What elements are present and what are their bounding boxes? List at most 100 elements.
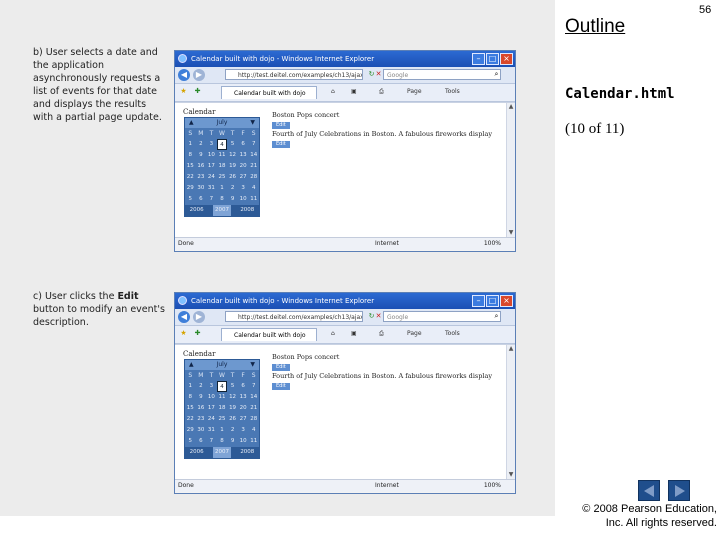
calendar-day[interactable]: 22 bbox=[185, 172, 196, 183]
calendar-day[interactable]: 23 bbox=[196, 414, 207, 425]
outline-link[interactable]: Outline bbox=[565, 16, 625, 38]
stop-icon[interactable]: ✕ bbox=[374, 312, 383, 321]
search-input[interactable]: Google bbox=[383, 69, 501, 80]
calendar-day[interactable]: 3 bbox=[206, 139, 217, 150]
scroll-down-icon[interactable]: ▼ bbox=[507, 229, 515, 237]
calendar-day[interactable]: 22 bbox=[185, 414, 196, 425]
forward-icon[interactable]: ▶ bbox=[193, 69, 205, 81]
calendar-day[interactable]: 9 bbox=[227, 194, 238, 205]
calendar-day[interactable]: 12 bbox=[227, 150, 238, 161]
calendar-day[interactable]: 7 bbox=[206, 436, 217, 447]
forward-icon[interactable]: ▶ bbox=[193, 311, 205, 323]
calendar-day[interactable]: 31 bbox=[206, 183, 217, 194]
calendar-year[interactable]: 2007 bbox=[212, 447, 231, 458]
calendar-year[interactable]: 2008 bbox=[240, 447, 254, 458]
calendar-day[interactable]: 16 bbox=[196, 161, 207, 172]
prev-month-icon[interactable]: ▲ bbox=[189, 118, 194, 128]
calendar-day[interactable]: 7 bbox=[248, 381, 259, 392]
calendar-day[interactable]: 8 bbox=[185, 392, 196, 403]
calendar-day[interactable]: 4 bbox=[248, 183, 259, 194]
vertical-scrollbar[interactable]: ▲ ▼ bbox=[506, 345, 515, 479]
prev-month-icon[interactable]: ▲ bbox=[189, 360, 194, 370]
calendar-day[interactable]: 10 bbox=[238, 194, 249, 205]
calendar-day[interactable]: 6 bbox=[196, 436, 207, 447]
calendar-day[interactable]: 3 bbox=[238, 183, 249, 194]
add-favorite-icon[interactable]: ✚ bbox=[193, 329, 202, 338]
calendar-day[interactable]: 28 bbox=[248, 172, 259, 183]
calendar-day[interactable]: 15 bbox=[185, 403, 196, 414]
previous-slide-button[interactable] bbox=[638, 480, 660, 501]
calendar-day[interactable]: 18 bbox=[217, 403, 228, 414]
calendar-day[interactable]: 4 bbox=[248, 425, 259, 436]
print-icon[interactable]: ⎙ bbox=[379, 330, 384, 338]
scroll-down-icon[interactable]: ▼ bbox=[507, 471, 515, 479]
toolbar-page[interactable]: Page bbox=[407, 88, 422, 95]
calendar-day[interactable]: 26 bbox=[227, 414, 238, 425]
calendar-day[interactable]: 25 bbox=[217, 172, 228, 183]
calendar-day[interactable]: 20 bbox=[238, 403, 249, 414]
calendar-day[interactable]: 11 bbox=[248, 436, 259, 447]
edit-event-button[interactable]: Edit bbox=[272, 141, 290, 148]
calendar-day[interactable]: 13 bbox=[238, 150, 249, 161]
calendar-day[interactable]: 26 bbox=[227, 172, 238, 183]
calendar-day[interactable]: 4 bbox=[216, 139, 228, 150]
zoom-level[interactable]: 100% bbox=[484, 238, 501, 250]
calendar-day[interactable]: 1 bbox=[185, 381, 196, 392]
calendar-day[interactable]: 2 bbox=[196, 381, 207, 392]
maximize-button[interactable]: □ bbox=[486, 53, 499, 65]
scroll-up-icon[interactable]: ▲ bbox=[507, 345, 515, 353]
edit-event-button[interactable]: Edit bbox=[272, 122, 290, 129]
calendar-day[interactable]: 8 bbox=[185, 150, 196, 161]
home-icon[interactable]: ⌂ bbox=[331, 330, 335, 337]
close-button[interactable]: × bbox=[500, 53, 513, 65]
calendar-day[interactable]: 2 bbox=[227, 183, 238, 194]
add-favorite-icon[interactable]: ✚ bbox=[193, 87, 202, 96]
calendar-day[interactable]: 19 bbox=[227, 403, 238, 414]
calendar-day[interactable]: 25 bbox=[217, 414, 228, 425]
calendar-day[interactable]: 28 bbox=[248, 414, 259, 425]
minimize-button[interactable]: – bbox=[472, 53, 485, 65]
search-input[interactable]: Google bbox=[383, 311, 501, 322]
calendar-day[interactable]: 1 bbox=[217, 425, 228, 436]
stop-icon[interactable]: ✕ bbox=[374, 70, 383, 79]
vertical-scrollbar[interactable]: ▲ ▼ bbox=[506, 103, 515, 237]
calendar-day[interactable]: 5 bbox=[227, 139, 238, 150]
calendar-day[interactable]: 12 bbox=[227, 392, 238, 403]
calendar-day[interactable]: 1 bbox=[217, 183, 228, 194]
calendar-day[interactable]: 10 bbox=[238, 436, 249, 447]
close-button[interactable]: × bbox=[500, 295, 513, 307]
calendar-day[interactable]: 10 bbox=[206, 392, 217, 403]
calendar-day[interactable]: 31 bbox=[206, 425, 217, 436]
calendar-day[interactable]: 3 bbox=[238, 425, 249, 436]
address-field[interactable]: http://test.deitel.com/examples/ch13/aja… bbox=[225, 69, 363, 80]
calendar-day[interactable]: 6 bbox=[238, 139, 249, 150]
calendar-day[interactable]: 24 bbox=[206, 414, 217, 425]
calendar-day[interactable]: 9 bbox=[196, 150, 207, 161]
calendar-year[interactable]: 2007 bbox=[212, 205, 231, 216]
edit-event-button[interactable]: Edit bbox=[272, 364, 290, 371]
calendar-year[interactable]: 2006 bbox=[190, 205, 204, 216]
calendar-day[interactable]: 23 bbox=[196, 172, 207, 183]
calendar-day[interactable]: 18 bbox=[217, 161, 228, 172]
calendar-day[interactable]: 1 bbox=[185, 139, 196, 150]
calendar-day[interactable]: 30 bbox=[196, 183, 207, 194]
toolbar-tools[interactable]: Tools bbox=[445, 88, 460, 95]
calendar-day[interactable]: 7 bbox=[206, 194, 217, 205]
calendar-day[interactable]: 14 bbox=[248, 150, 259, 161]
calendar-day[interactable]: 17 bbox=[206, 161, 217, 172]
calendar-day[interactable]: 9 bbox=[196, 392, 207, 403]
calendar-year[interactable]: 2006 bbox=[190, 447, 204, 458]
calendar-day[interactable]: 7 bbox=[248, 139, 259, 150]
next-month-icon[interactable]: ▼ bbox=[250, 360, 255, 370]
minimize-button[interactable]: – bbox=[472, 295, 485, 307]
back-icon[interactable]: ◀ bbox=[178, 311, 190, 323]
calendar-day[interactable]: 27 bbox=[238, 172, 249, 183]
calendar-day[interactable]: 14 bbox=[248, 392, 259, 403]
feeds-icon[interactable]: ▣ bbox=[351, 330, 357, 337]
calendar-day[interactable]: 17 bbox=[206, 403, 217, 414]
maximize-button[interactable]: □ bbox=[486, 295, 499, 307]
scroll-up-icon[interactable]: ▲ bbox=[507, 103, 515, 111]
calendar-day[interactable]: 24 bbox=[206, 172, 217, 183]
calendar-day[interactable]: 19 bbox=[227, 161, 238, 172]
back-icon[interactable]: ◀ bbox=[178, 69, 190, 81]
